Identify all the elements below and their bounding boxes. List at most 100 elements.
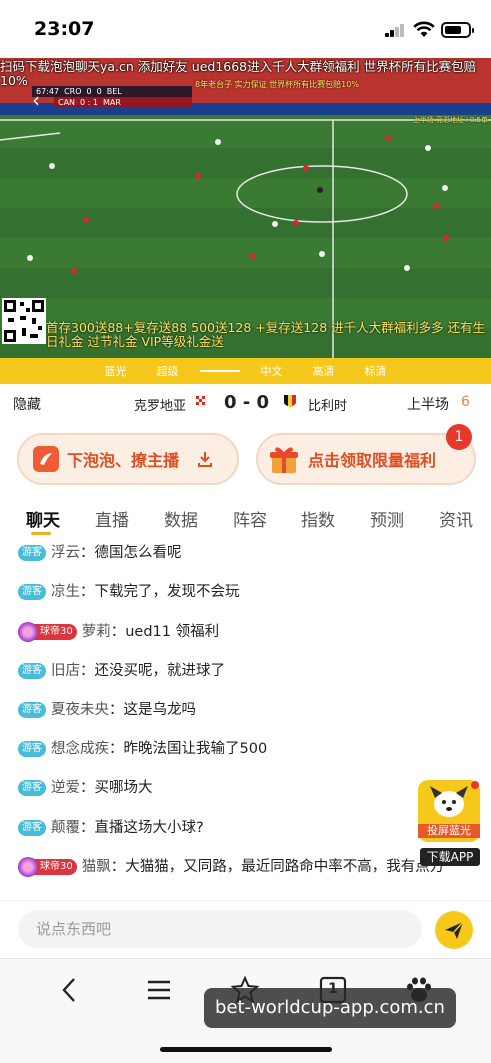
chat-text: 昨晚法国让我输了500 <box>123 741 268 757</box>
signal-icon <box>385 24 405 37</box>
tab-live[interactable]: 直播 <box>95 506 129 531</box>
chat-message: 游客 想念成疾：昨晚法国让我输了500 <box>18 738 458 760</box>
user-badge: 游客 <box>18 584 46 600</box>
scorebug-away-score: 0 <box>96 87 102 96</box>
menu-icon[interactable] <box>144 975 174 1005</box>
chat-message: 游客 逆爱：买哪场大 <box>18 777 458 799</box>
tab-news[interactable]: 资讯 <box>439 506 473 531</box>
chat-text: ued11 领福利 <box>125 624 220 640</box>
chat-input[interactable] <box>18 910 422 948</box>
back-icon[interactable] <box>55 975 85 1005</box>
vip-badge: 球帝30 <box>18 857 77 877</box>
chat-input-bar <box>0 900 491 958</box>
scorebug-away: BEL <box>106 87 122 96</box>
user-badge: 游客 <box>18 820 46 836</box>
tab-chat[interactable]: 聊天 <box>26 506 60 531</box>
chat-list[interactable]: 游客 浮云：德国怎么看呢 游客 凉生：下载完了，发现不会玩 球帝30 萝莉：ued11… <box>0 540 491 900</box>
claim-gift-label: 点击领取限量福利 <box>308 451 437 470</box>
user-badge: 游客 <box>18 702 46 718</box>
status-bar: 23:07 <box>0 0 491 58</box>
quality-option-selected[interactable] <box>199 370 240 372</box>
chat-nickname[interactable]: 猫飘 <box>82 859 111 875</box>
chat-nickname[interactable]: 旧店 <box>51 663 80 679</box>
screencast-app-button[interactable]: 投屏蓝光 <box>418 780 480 842</box>
site-watermark: bet-worldcup-app.com.cn <box>204 988 456 1028</box>
chat-text: 德国怎么看呢 <box>94 545 182 561</box>
chat-nickname[interactable]: 凉生 <box>51 584 80 600</box>
scorebug-sub-mid: 0 : 1 <box>80 98 99 107</box>
quality-option-bluray[interactable]: 蓝光 <box>90 363 142 379</box>
tab-data[interactable]: 数据 <box>164 506 198 531</box>
chat-message: 球帝30 猫飘：大猫猫，又同路，最近同路命中率不高，我有点方 <box>18 856 458 878</box>
screencast-label: 投屏蓝光 <box>418 824 480 838</box>
notification-badge: 1 <box>446 424 472 450</box>
user-badge: 游客 <box>18 545 46 561</box>
chat-message: 游客 旧店：还没买呢，就进球了 <box>18 660 458 682</box>
home-indicator <box>160 1047 332 1052</box>
tab-prediction[interactable]: 预测 <box>370 506 404 531</box>
scorebug-sub-right: MAR <box>103 98 121 107</box>
chat-message: 游客 颠覆：直播这场大小球? <box>18 817 458 839</box>
active-tab-indicator <box>31 532 51 535</box>
chat-text: 还没买呢，就进球了 <box>94 663 226 679</box>
chat-message: 游客 夏夜未央：这是乌龙吗 <box>18 699 458 721</box>
user-badge: 游客 <box>18 741 46 757</box>
score-overlay: 67:47 CRO 0 0 BEL CAN 0 : 1 MAR <box>32 86 192 108</box>
send-button[interactable] <box>435 911 473 949</box>
chili-icon <box>33 446 59 472</box>
scorebug-home: CRO <box>64 87 82 96</box>
claim-gift-button[interactable]: 点击领取限量福利 <box>256 433 476 485</box>
user-badge: 游客 <box>18 780 46 796</box>
chat-text: 直播这场大小球? <box>94 820 204 836</box>
scorebug-home-score: 0 <box>86 87 92 96</box>
chat-text: 这是乌龙吗 <box>123 702 197 718</box>
video-ad-right: 上半场 竞彩地址+0.5单 <box>412 116 488 124</box>
notification-dot <box>471 781 479 789</box>
chat-message: 游客 浮云：德国怎么看呢 <box>18 542 458 564</box>
match-score: 0 - 0 <box>224 392 270 413</box>
gift-box-icon <box>270 447 298 473</box>
qr-code-icon <box>2 298 46 344</box>
croatia-flag-icon <box>195 395 207 408</box>
user-badge: 游客 <box>18 663 46 679</box>
video-promo-text: 首存300送88+复存送88 500送128 +复存送128 进千人大群福利多多… <box>46 320 486 349</box>
chat-text: 买哪场大 <box>94 780 153 796</box>
quality-option-chinese[interactable]: 中文 <box>246 363 298 379</box>
match-period: 上半场 <box>407 397 449 413</box>
away-team-name: 比利时 <box>308 399 348 414</box>
chat-message: 游客 凉生：下载完了，发现不会玩 <box>18 581 458 603</box>
chat-message: 球帝30 萝莉：ued11 领福利 <box>18 621 458 643</box>
chat-nickname[interactable]: 想念成疾 <box>51 741 109 757</box>
quality-selector: 蓝光 超级 中文 高清 标清 <box>0 358 491 384</box>
quality-option-super[interactable]: 超级 <box>142 363 194 379</box>
match-period-count: 6 <box>461 394 470 410</box>
chat-nickname[interactable]: 浮云 <box>51 545 80 561</box>
scorebug-sub-left: CAN <box>58 98 76 107</box>
chat-text: 下载完了，发现不会玩 <box>94 584 240 600</box>
content-tabs: 聊天 直播 数据 阵容 指数 预测 资讯 <box>0 500 491 538</box>
quality-option-sd[interactable]: 标清 <box>350 363 402 379</box>
vip-badge: 球帝30 <box>18 622 77 642</box>
back-arrow-icon[interactable]: ‹ <box>32 88 40 112</box>
chat-nickname[interactable]: 萝莉 <box>82 624 111 640</box>
chat-nickname[interactable]: 逆爱 <box>51 780 80 796</box>
chat-text: 大猫猫，又同路，最近同路命中率不高，我有点方 <box>125 859 445 875</box>
hide-button[interactable]: 隐藏 <box>13 394 41 414</box>
tab-lineup[interactable]: 阵容 <box>233 506 267 531</box>
status-time: 23:07 <box>34 18 95 40</box>
chat-nickname[interactable]: 颠覆 <box>51 820 80 836</box>
video-ad-banner: 8年老台子 实力保证 世界杯所有比赛包赔10% <box>195 80 359 89</box>
wifi-icon <box>413 21 435 37</box>
chat-nickname[interactable]: 夏夜未央 <box>51 702 109 718</box>
download-paopao-label: 下泡泡、撩主播 <box>67 451 180 470</box>
quality-option-hd[interactable]: 高清 <box>298 363 350 379</box>
battery-icon <box>441 22 474 38</box>
belgium-flag-icon <box>284 395 296 407</box>
match-info-bar: 隐藏 克罗地亚 0 - 0 比利时 上半场 6 <box>0 384 491 420</box>
download-app-label[interactable]: 下载APP <box>420 848 480 866</box>
tab-odds[interactable]: 指数 <box>301 506 335 531</box>
video-player[interactable]: 扫码下载泡泡聊天ya.cn 添加好友 ued1668进入千人大群领福利 世界杯所… <box>0 58 491 358</box>
home-team-name: 克罗地亚 <box>134 399 187 414</box>
download-paopao-button[interactable]: 下泡泡、撩主播 <box>17 433 239 485</box>
download-icon <box>198 452 213 467</box>
